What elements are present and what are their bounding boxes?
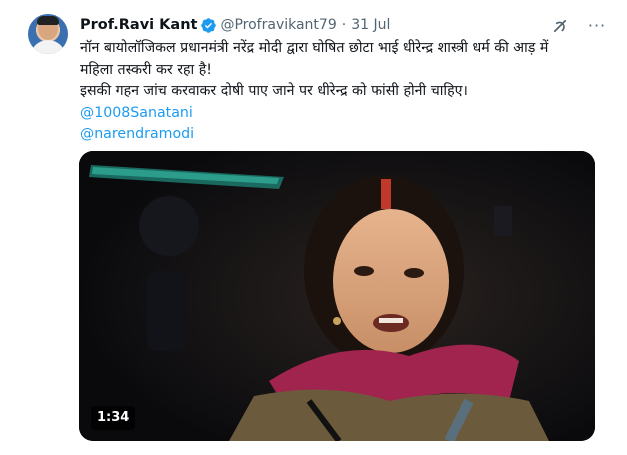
more-icon[interactable]: ··· [584,16,610,36]
video-player[interactable]: 1:34 [79,151,595,441]
mention-link[interactable]: @1008Sanatani [80,103,610,125]
author-handle[interactable]: @Profravikant79 [220,17,336,33]
tweet-header: Prof.Ravi Kant @Profravikant79 · 31 Jul [80,15,390,35]
tweet-text-line: इसकी गहन जांच करवाकर दोषी पाए जाने पर धी… [80,83,468,99]
avatar-hair [37,16,59,25]
grok-icon[interactable] [551,17,569,35]
author-name[interactable]: Prof.Ravi Kant [80,17,197,33]
tweet-text: नॉन बायोलॉजिकल प्रधानमंत्री नरेंद्र मोदी… [80,38,610,146]
video-duration: 1:34 [91,406,136,430]
tweet-text-line: नॉन बायोलॉजिकल प्रधानमंत्री नरेंद्र मोदी… [80,40,549,56]
separator-dot: · [341,17,347,33]
tweet-date[interactable]: 31 Jul [351,17,390,33]
avatar-shirt [30,40,66,54]
mention-link[interactable]: @narendramodi [80,124,610,146]
avatar[interactable] [28,14,68,54]
video-thumbnail [79,151,595,441]
tweet[interactable]: Prof.Ravi Kant @Profravikant79 · 31 Jul … [0,0,627,455]
verified-badge-icon[interactable] [200,17,217,34]
tweet-text-line: महिला तस्करी कर रहा है! [80,61,212,78]
